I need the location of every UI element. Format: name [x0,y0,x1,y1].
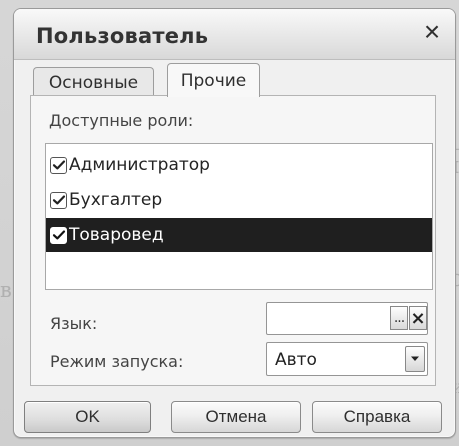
dialog-title-bar: Пользователь × [14,9,455,60]
launch-mode-value: Авто [275,350,317,370]
role-label-accountant: Бухгалтер [69,189,163,210]
language-label: Язык: [50,314,98,333]
dialog-title: Пользователь [36,24,209,48]
role-item-administrator[interactable]: Администратор [46,148,432,182]
dialog-footer: OK Отмена Справка [14,395,455,437]
ok-button[interactable]: OK [24,401,151,433]
dialog-tabs: Основные Прочие [33,63,293,97]
user-dialog: Пользователь × Основные Прочие Доступные… [13,8,456,438]
checkbox-checked-icon[interactable] [50,191,67,209]
role-item-accountant[interactable]: Бухгалтер [46,183,432,217]
language-input[interactable] [267,303,391,334]
clear-icon[interactable]: × [409,306,427,330]
tab-main[interactable]: Основные [33,67,154,97]
screenshot-page: платформе "1С:Предпр инистрирования стра… [0,0,459,446]
available-roles-list[interactable]: Администратор Бухгалтер Товаровед [45,143,433,290]
checkbox-checked-icon[interactable] [50,156,67,174]
cancel-button[interactable]: Отмена [171,401,301,433]
tab-content-other: Доступные роли: Администратор Бухгалтер … [30,95,436,386]
ellipsis-icon[interactable]: ... [390,306,408,330]
launch-mode-label: Режим запуска: [50,352,184,371]
tab-other[interactable]: Прочие [167,63,260,97]
available-roles-label: Доступные роли: [49,111,194,130]
close-icon[interactable]: × [419,18,445,46]
role-label-merchandiser: Товаровед [69,224,164,245]
help-button[interactable]: Справка [312,401,442,433]
chevron-down-icon[interactable] [405,346,425,372]
checkbox-checked-icon[interactable] [50,226,67,244]
role-label-administrator: Администратор [69,154,210,175]
language-field[interactable]: ... × [266,302,428,335]
launch-mode-select[interactable]: Авто [266,342,428,376]
role-item-merchandiser[interactable]: Товаровед [46,218,432,252]
